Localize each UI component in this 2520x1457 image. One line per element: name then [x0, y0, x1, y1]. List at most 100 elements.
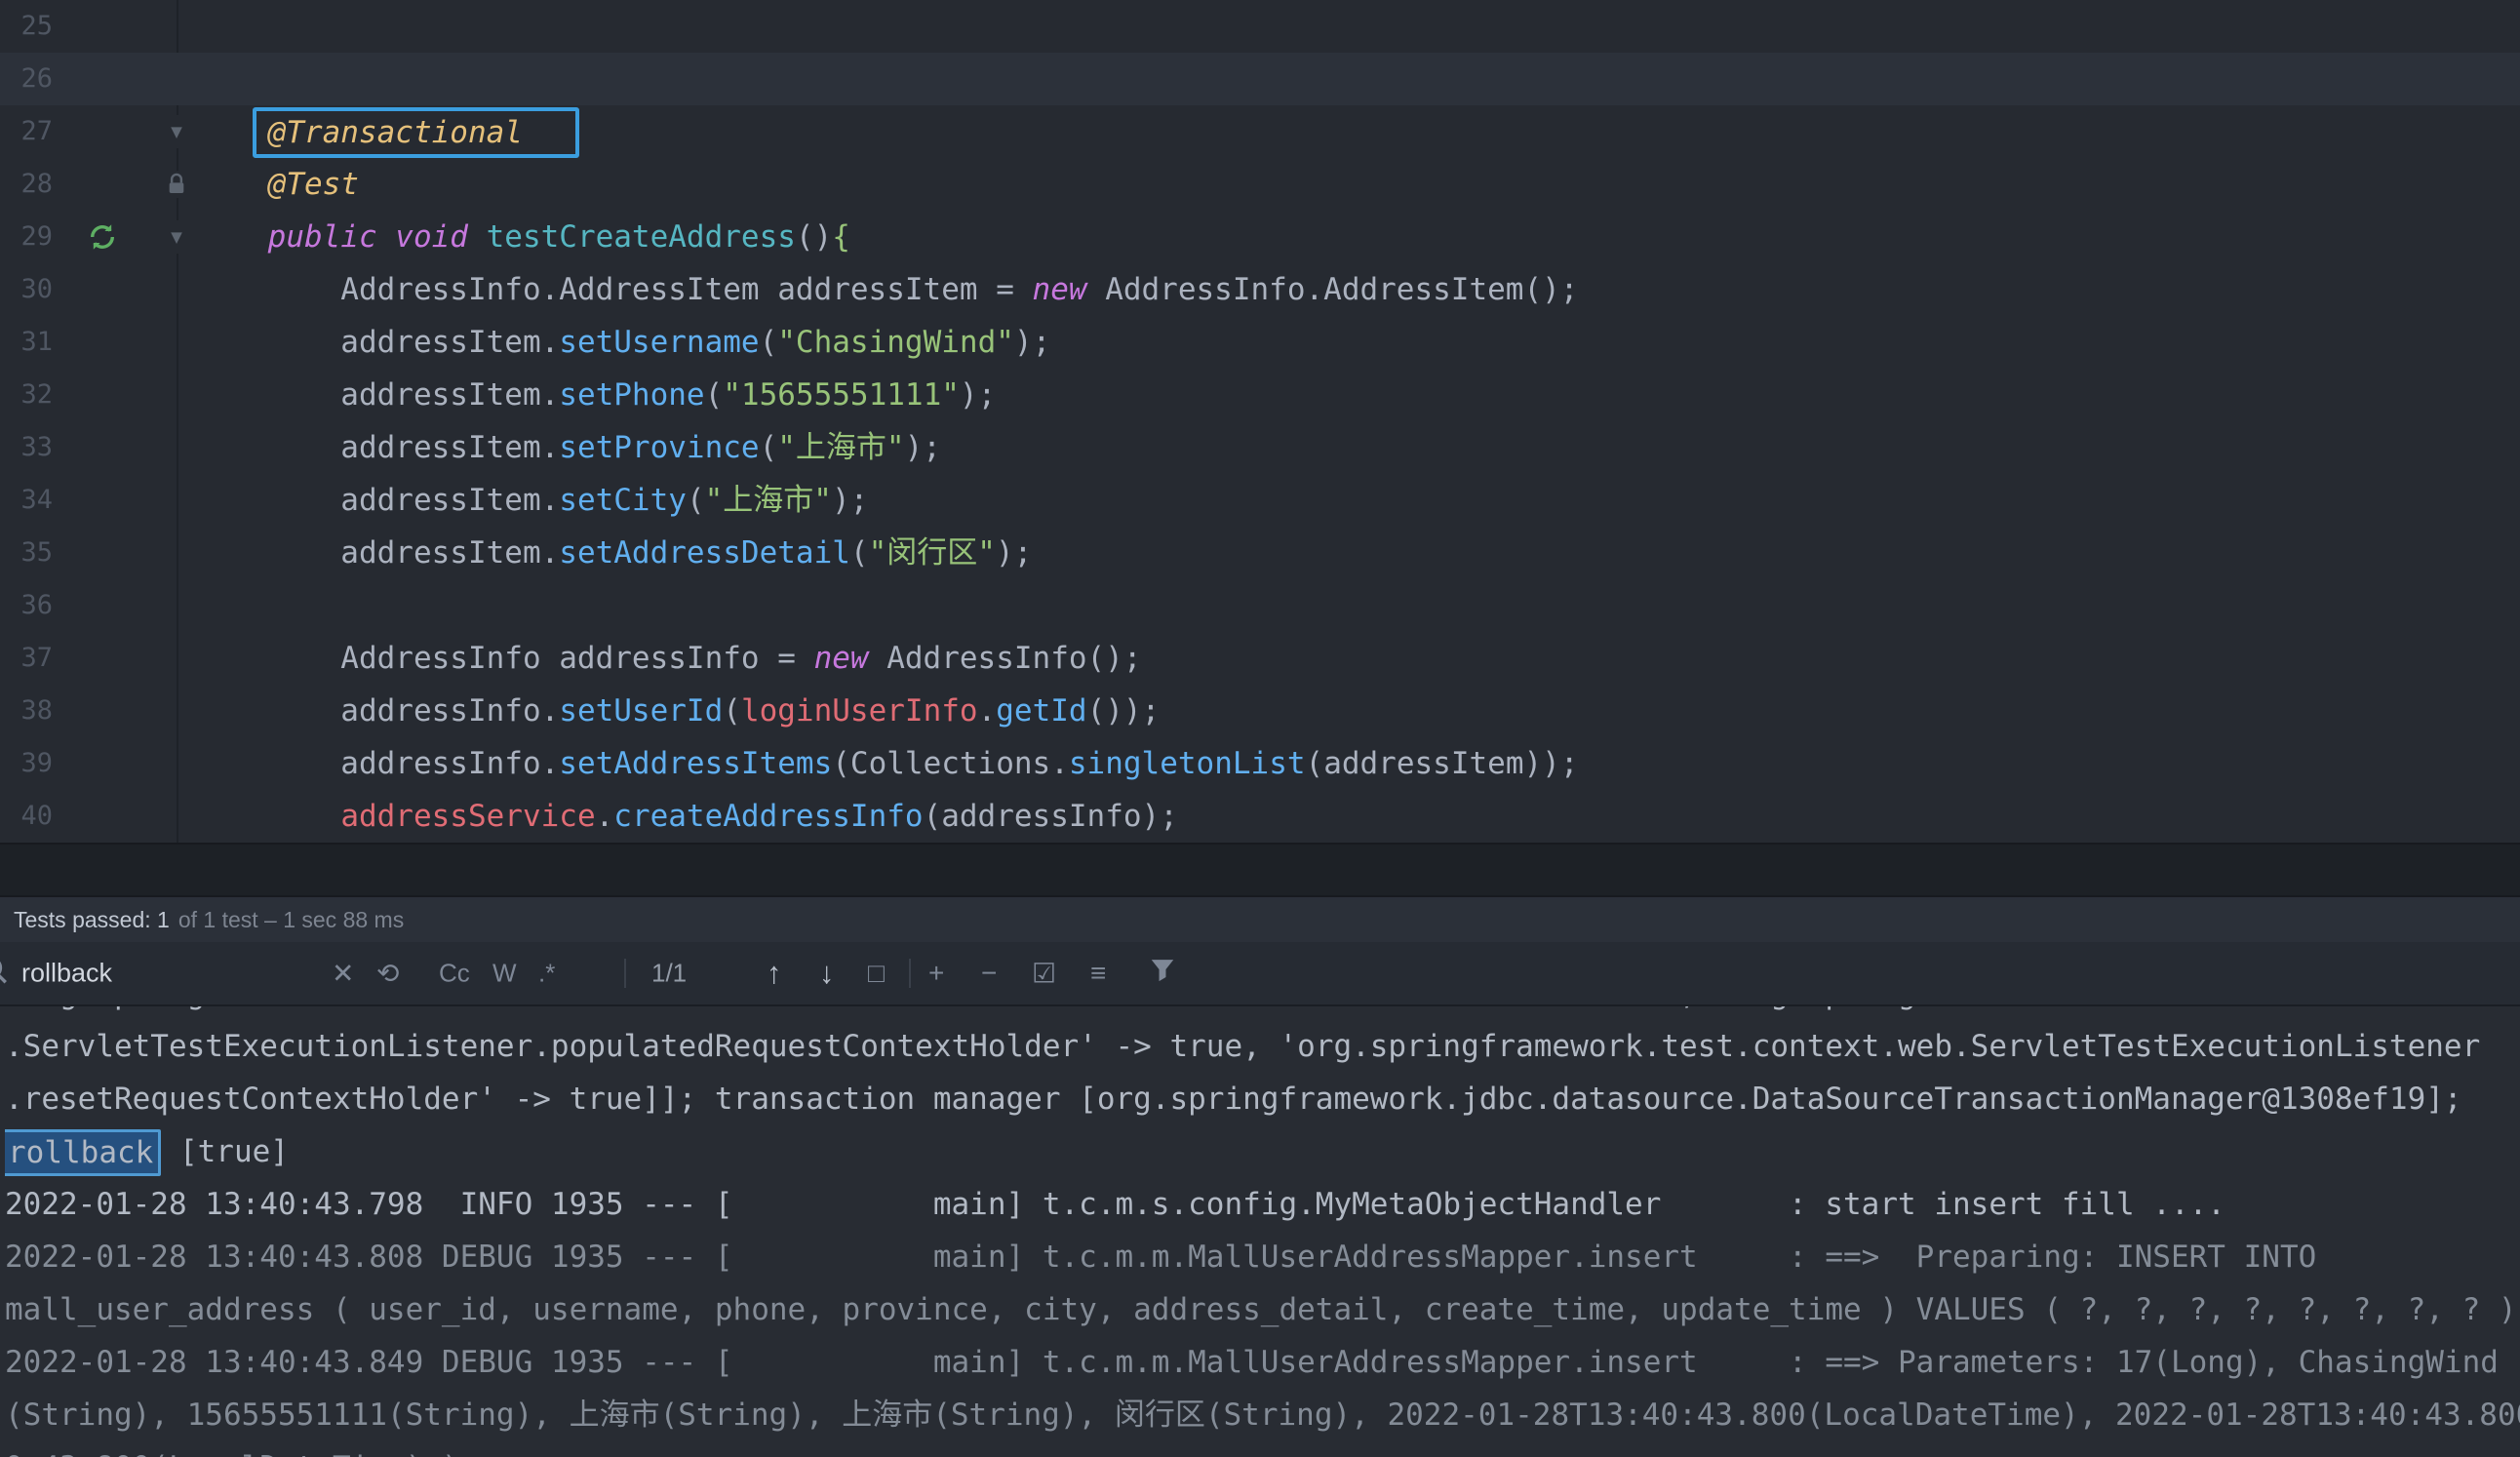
console-output[interactable]: 'org.springframework.test.context.web.Se… — [0, 1006, 2520, 1457]
line-number[interactable]: 27 — [0, 105, 53, 158]
console-line: 2022-01-28 13:40:43.808 DEBUG 1935 --- [… — [5, 1231, 2520, 1283]
code-token: . — [978, 693, 997, 728]
code-token: "闵行区" — [869, 535, 996, 571]
code-token: ( — [760, 325, 778, 360]
fold-icon[interactable]: ▾ — [160, 115, 193, 148]
console-text: [true] — [161, 1134, 289, 1169]
editor-line-37[interactable]: 37 AddressInfo addressInfo = new Address… — [0, 632, 2520, 685]
code-token: ); — [905, 430, 941, 465]
console-line: 'org.springframework.test.context.web.Se… — [5, 1006, 2520, 1020]
search-input[interactable]: rollback — [21, 959, 112, 989]
line-number[interactable]: 31 — [0, 316, 53, 369]
search-history-icon[interactable]: ⟲ — [376, 958, 399, 990]
filter-funnel-icon[interactable] — [1149, 958, 1176, 990]
line-number[interactable]: 26 — [0, 53, 53, 105]
next-match-icon[interactable]: ↓ — [819, 956, 835, 991]
prev-match-icon[interactable]: ↑ — [767, 956, 782, 991]
code-token: "上海市" — [705, 483, 832, 518]
console-line: 0:43.800(LocalDateTime) ) — [5, 1441, 2520, 1457]
code-token: setUsername — [559, 325, 759, 360]
editor-line-34[interactable]: 34 addressItem.setCity("上海市"); — [0, 474, 2520, 527]
line-number[interactable]: 25 — [0, 0, 53, 53]
exclude-filter-icon[interactable]: − — [981, 958, 997, 989]
editor-line-35[interactable]: 35 addressItem.setAddressDetail("闵行区"); — [0, 527, 2520, 579]
console-line: mall_user_address ( user_id, username, p… — [5, 1283, 2520, 1336]
code-token: setAddressItems — [559, 746, 832, 781]
code-text: public void testCreateAddress(){ — [195, 211, 2520, 263]
console-text: 2022-01-28 13:40:43.849 DEBUG 1935 --- [… — [5, 1345, 2499, 1380]
search-icon[interactable] — [0, 954, 10, 994]
code-token: (addressItem)); — [1306, 746, 1579, 781]
editor-line-27[interactable]: 27 ▾ @Transactional — [0, 105, 2520, 158]
line-number[interactable]: 40 — [0, 790, 53, 843]
code-token: AddressInfo addressInfo = — [195, 641, 814, 676]
code-token: addressInfo. — [195, 746, 559, 781]
code-token: testCreateAddress — [487, 219, 796, 255]
code-token: addressService — [340, 799, 595, 834]
match-case-toggle[interactable]: Cc — [439, 959, 470, 989]
line-number[interactable]: 37 — [0, 632, 53, 685]
console-text: 2022-01-28 13:40:43.808 DEBUG 1935 --- [… — [5, 1240, 2316, 1275]
line-number[interactable]: 29 — [0, 211, 53, 263]
code-editor[interactable]: 252627 ▾ @Transactional28 @Test29 ▾ public… — [0, 0, 2520, 843]
code-token: setAddressDetail — [559, 535, 850, 571]
code-text: AddressInfo.AddressItem addressItem = ne… — [195, 263, 2520, 316]
gutter-lock-icon[interactable] — [163, 171, 190, 198]
code-token: singletonList — [1069, 746, 1306, 781]
code-token: ( — [850, 535, 869, 571]
toolbar-divider — [624, 959, 626, 988]
editor-line-29[interactable]: 29 ▾ public void testCreateAddress(){ — [0, 211, 2520, 263]
editor-line-25[interactable]: 25 — [0, 0, 2520, 53]
editor-line-38[interactable]: 38 addressInfo.setUserId(loginUserInfo.g… — [0, 685, 2520, 737]
editor-line-31[interactable]: 31 addressItem.setUsername("ChasingWind"… — [0, 316, 2520, 369]
close-icon[interactable]: ✕ — [332, 958, 354, 990]
fold-icon[interactable]: ▾ — [160, 220, 193, 254]
editor-line-40[interactable]: 40 addressService.createAddressInfo(addr… — [0, 790, 2520, 843]
code-token: ); — [996, 535, 1032, 571]
code-token — [195, 167, 268, 202]
code-token: AddressInfo.AddressItem addressItem = — [195, 272, 1033, 307]
line-number[interactable]: 39 — [0, 737, 53, 790]
code-text: addressService.createAddressInfo(address… — [195, 790, 2520, 843]
code-token: (Collections. — [832, 746, 1069, 781]
code-token: setProvince — [559, 430, 759, 465]
code-text: AddressInfo addressInfo = new AddressInf… — [195, 632, 2520, 685]
code-token: ( — [705, 377, 724, 413]
line-number[interactable]: 30 — [0, 263, 53, 316]
editor-line-33[interactable]: 33 addressItem.setProvince("上海市"); — [0, 421, 2520, 474]
code-token: new — [814, 641, 887, 676]
line-number[interactable]: 32 — [0, 369, 53, 421]
add-filter-icon[interactable]: + — [928, 958, 944, 989]
regex-toggle[interactable]: .* — [538, 959, 555, 989]
code-token: getId — [996, 693, 1086, 728]
line-number[interactable]: 34 — [0, 474, 53, 527]
annotation-highlight-frame: @Transactional — [253, 107, 579, 158]
whole-words-toggle[interactable]: W — [492, 959, 517, 989]
code-token: ); — [1014, 325, 1050, 360]
editor-line-30[interactable]: 30 AddressInfo.AddressItem addressItem =… — [0, 263, 2520, 316]
code-token: addressItem. — [195, 325, 559, 360]
console-line: .ServletTestExecutionListener.populatedR… — [5, 1020, 2520, 1073]
line-filter-icon[interactable]: ≡ — [1090, 958, 1106, 989]
console-line: 2022-01-28 13:40:43.798 INFO 1935 --- [ … — [5, 1178, 2520, 1231]
line-number[interactable]: 35 — [0, 527, 53, 579]
line-number[interactable]: 33 — [0, 421, 53, 474]
editor-line-26[interactable]: 26 — [0, 53, 2520, 105]
editor-line-28[interactable]: 28 @Test — [0, 158, 2520, 211]
editor-line-32[interactable]: 32 addressItem.setPhone("15655551111"); — [0, 369, 2520, 421]
select-all-matches-icon[interactable]: □ — [868, 958, 885, 989]
edit-filter-icon[interactable]: ☑ — [1032, 958, 1056, 990]
code-token: "15655551111" — [723, 377, 960, 413]
console-line: .resetRequestContextHolder' -> true]]; t… — [5, 1073, 2520, 1125]
line-number[interactable]: 36 — [0, 579, 53, 632]
run-test-passed-icon[interactable] — [88, 222, 117, 252]
line-number[interactable]: 38 — [0, 685, 53, 737]
line-number[interactable]: 28 — [0, 158, 53, 211]
editor-line-36[interactable]: 36 — [0, 579, 2520, 632]
code-token: ); — [832, 483, 868, 518]
code-token: createAddressInfo — [613, 799, 923, 834]
panel-splitter[interactable] — [0, 843, 2520, 897]
code-token: "ChasingWind" — [777, 325, 1014, 360]
code-token: setUserId — [559, 693, 723, 728]
editor-line-39[interactable]: 39 addressInfo.setAddressItems(Collectio… — [0, 737, 2520, 790]
